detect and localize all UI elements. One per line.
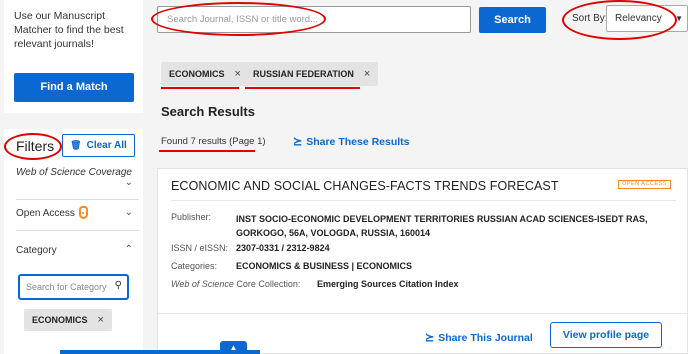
categories-value: ECONOMICS & BUSINESS | ECONOMICS — [236, 261, 413, 271]
manuscript-matcher-promo: Use our Manuscript Matcher to find the b… — [4, 0, 143, 113]
share-results-label: Share These Results — [306, 135, 410, 148]
category-search-input[interactable]: Search for Category ⚲ — [18, 274, 129, 300]
annotation-underline-russia — [245, 87, 360, 89]
issn-value: 2307-0331 / 2312-9824 — [236, 243, 330, 253]
divider — [16, 230, 139, 231]
trash-icon: 🗑 — [70, 140, 82, 150]
divider — [171, 200, 676, 201]
annotation-underline-economics — [161, 87, 239, 89]
chevron-up-icon: ▲ — [229, 343, 238, 352]
facet-label: Category — [16, 245, 57, 256]
share-icon: ⪰ — [293, 136, 303, 148]
clear-all-button[interactable]: 🗑 Clear All — [62, 134, 135, 157]
issn-label: ISSN / eISSN: — [171, 243, 229, 253]
facet-label: Open Access — [16, 208, 75, 219]
open-access-badge: OPEN ACCESS — [618, 180, 671, 189]
search-placeholder: Search Journal, ISSN or title word... — [167, 14, 319, 25]
chip-label: RUSSIAN FEDERATION — [253, 69, 354, 79]
chevron-down-icon: ⌄ — [124, 177, 133, 188]
sort-select[interactable]: Relevancy ▼ — [606, 5, 688, 32]
journal-card: ECONOMIC AND SOCIAL CHANGES-FACTS TRENDS… — [157, 168, 688, 354]
caret-down-icon: ▼ — [675, 14, 683, 23]
journal-title[interactable]: ECONOMIC AND SOCIAL CHANGES-FACTS TRENDS… — [171, 179, 591, 193]
search-results-heading: Search Results — [161, 104, 255, 119]
share-results-link[interactable]: ⪰ Share These Results — [293, 135, 410, 149]
categories-label: Categories: — [171, 261, 218, 271]
journal-search-input[interactable]: Search Journal, ISSN or title word... — [157, 6, 471, 33]
publisher-value: INST SOCIO-ECONOMIC DEVELOPMENT TERRITOR… — [236, 214, 648, 238]
active-filter-chip-russian-federation[interactable]: RUSSIAN FEDERATION × — [245, 62, 379, 86]
chevron-down-icon: ⌄ — [124, 207, 133, 218]
annotation-underline-results — [159, 150, 255, 152]
close-icon[interactable]: × — [235, 68, 241, 80]
collection-label: Web of Science Core Collection: — [171, 279, 301, 289]
share-journal-label: Share This Journal — [438, 331, 533, 344]
search-button[interactable]: Search — [479, 7, 546, 33]
sort-by-label: Sort By: — [572, 13, 608, 24]
chip-label: ECONOMICS — [32, 315, 88, 325]
share-icon: ⪰ — [425, 332, 435, 344]
search-icon: ⚲ — [114, 280, 122, 291]
scroll-to-top-button[interactable]: ▲ — [220, 341, 247, 354]
promo-text: Use our Manuscript Matcher to find the b… — [14, 10, 124, 50]
divider — [158, 313, 688, 314]
selected-category-chip[interactable]: ECONOMICS × — [24, 309, 112, 331]
facet-category[interactable]: Category ⌃ — [16, 244, 136, 256]
results-count: Found 7 results (Page 1) — [161, 136, 266, 147]
close-icon[interactable]: × — [364, 68, 370, 80]
collection-value: Emerging Sources Citation Index — [317, 279, 459, 289]
filters-panel: Filters 🗑 Clear All Web of Science Cover… — [4, 129, 143, 354]
facet-web-of-science-coverage[interactable]: Web of Science Coverage ⌄ — [16, 167, 136, 188]
sort-value: Relevancy — [615, 13, 662, 24]
chip-label: ECONOMICS — [169, 69, 225, 79]
category-search-placeholder: Search for Category — [26, 282, 107, 292]
clear-all-label: Clear All — [86, 140, 127, 151]
close-icon[interactable]: × — [98, 314, 104, 326]
facet-label: Web of Science Coverage — [16, 167, 132, 178]
publisher-label: Publisher: — [171, 212, 212, 222]
open-access-lock-icon — [78, 206, 88, 219]
divider — [16, 199, 139, 200]
chevron-up-icon: ⌃ — [124, 244, 133, 255]
filters-title: Filters — [16, 138, 55, 154]
facet-open-access[interactable]: Open Access ⌄ — [16, 206, 136, 219]
left-sidebar: Use our Manuscript Matcher to find the b… — [0, 0, 143, 354]
active-filter-chip-economics[interactable]: ECONOMICS × — [161, 62, 249, 86]
view-profile-button[interactable]: View profile page — [550, 322, 662, 348]
find-a-match-button[interactable]: Find a Match — [14, 73, 134, 102]
share-journal-link[interactable]: ⪰ Share This Journal — [425, 331, 533, 345]
